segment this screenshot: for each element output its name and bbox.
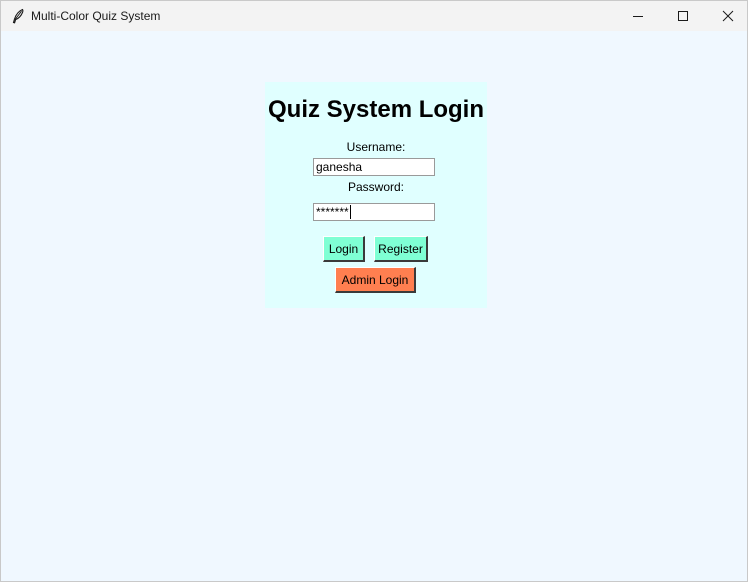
username-label: Username: <box>346 140 406 154</box>
close-icon <box>722 10 734 22</box>
password-field[interactable]: ******* <box>313 203 435 221</box>
register-button[interactable]: Register <box>374 236 428 262</box>
login-panel: Quiz System Login Username: ganesha Pass… <box>265 82 487 308</box>
title-bar[interactable]: Multi-Color Quiz System <box>1 1 747 31</box>
minimize-button[interactable] <box>615 1 661 31</box>
maximize-button[interactable] <box>660 1 706 31</box>
username-value: ganesha <box>316 160 363 174</box>
window-client-area: Quiz System Login Username: ganesha Pass… <box>1 31 747 581</box>
login-button[interactable]: Login <box>323 236 365 262</box>
maximize-icon <box>677 10 689 22</box>
password-value: ******* <box>316 205 349 219</box>
admin-login-button[interactable]: Admin Login <box>335 267 416 293</box>
username-field[interactable]: ganesha <box>313 158 435 176</box>
password-label: Password: <box>347 180 405 194</box>
close-button[interactable] <box>705 1 747 31</box>
text-cursor <box>349 205 351 219</box>
minimize-icon <box>632 10 644 22</box>
feather-icon <box>10 8 26 24</box>
page-title: Quiz System Login <box>267 96 485 123</box>
window-title: Multi-Color Quiz System <box>31 9 161 23</box>
app-window: Multi-Color Quiz System Quiz System Logi… <box>0 0 748 582</box>
